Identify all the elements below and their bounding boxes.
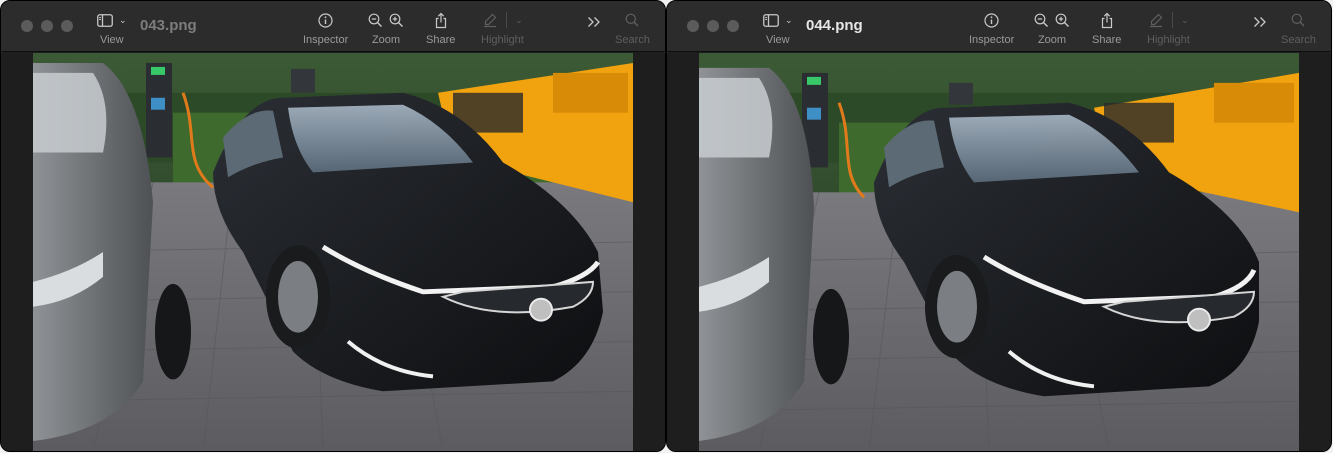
search-field[interactable]: Search <box>1281 10 1316 46</box>
zoom-window-button[interactable] <box>61 20 73 32</box>
more-icon <box>588 17 600 27</box>
car-photo-image <box>699 53 1299 451</box>
chevron-down-icon: ⌄ <box>119 14 127 25</box>
inspector-button[interactable]: Inspector <box>303 10 348 46</box>
share-label: Share <box>426 34 456 46</box>
zoom-label: Zoom <box>1037 34 1067 46</box>
inspector-button[interactable]: Inspector <box>969 10 1014 46</box>
search-label: Search <box>1281 34 1316 46</box>
zoom-out-icon[interactable] <box>1034 13 1049 28</box>
view-label: View <box>765 34 790 46</box>
divider <box>1172 12 1174 28</box>
close-button[interactable] <box>687 20 699 32</box>
toolbar: ⌄ View 043.png Inspector Zoom Share ⌄ Hi… <box>1 1 665 52</box>
view-button[interactable]: ⌄ View <box>97 10 127 46</box>
zoom-control[interactable]: Zoom <box>1034 10 1070 46</box>
highlight-pen-icon <box>1150 13 1163 28</box>
document-title: 044.png <box>806 17 863 34</box>
highlight-pen-icon <box>484 13 497 28</box>
share-button[interactable]: Share <box>1092 10 1121 46</box>
zoom-control[interactable]: Zoom <box>368 10 404 46</box>
zoom-window-button[interactable] <box>727 20 739 32</box>
search-field[interactable]: Search <box>615 10 650 46</box>
document-image[interactable] <box>33 53 633 451</box>
search-icon <box>1292 13 1305 27</box>
image-canvas <box>1 53 665 451</box>
divider <box>506 12 508 28</box>
close-button[interactable] <box>21 20 33 32</box>
preview-window-right: ⌄ View 044.png Inspector Zoom Share ⌄ Hi… <box>666 0 1332 452</box>
share-button[interactable]: Share <box>426 10 455 46</box>
chevron-down-icon[interactable]: ⌄ <box>515 15 523 25</box>
highlight-label: Highlight <box>481 34 524 46</box>
search-label: Search <box>615 34 650 46</box>
inspector-label: Inspector <box>969 34 1015 46</box>
image-canvas <box>667 53 1331 451</box>
inspector-label: Inspector <box>303 34 349 46</box>
more-button[interactable] <box>1253 12 1267 32</box>
more-button[interactable] <box>587 12 601 32</box>
document-image[interactable] <box>699 53 1299 451</box>
traffic-lights <box>21 20 73 32</box>
info-icon <box>984 12 999 28</box>
toolbar: ⌄ View 044.png Inspector Zoom Share ⌄ Hi… <box>667 1 1331 52</box>
minimize-button[interactable] <box>41 20 53 32</box>
share-icon <box>1101 12 1112 28</box>
sidebar-icon <box>763 13 779 27</box>
zoom-out-icon[interactable] <box>368 13 383 28</box>
sidebar-icon <box>97 13 113 27</box>
view-button[interactable]: ⌄ View <box>763 10 793 46</box>
view-label: View <box>99 34 124 46</box>
more-icon <box>1254 17 1266 27</box>
share-icon <box>435 12 446 28</box>
zoom-in-icon[interactable] <box>1055 13 1070 28</box>
chevron-down-icon[interactable]: ⌄ <box>1181 15 1189 25</box>
search-icon <box>626 13 639 27</box>
share-label: Share <box>1092 34 1122 46</box>
highlight-label: Highlight <box>1147 34 1190 46</box>
zoom-label: Zoom <box>371 34 401 46</box>
info-icon <box>318 12 333 28</box>
traffic-lights <box>687 20 739 32</box>
document-title: 043.png <box>140 17 197 34</box>
chevron-down-icon: ⌄ <box>785 14 793 25</box>
zoom-in-icon[interactable] <box>389 13 404 28</box>
car-photo-image <box>33 53 633 451</box>
preview-window-left: ⌄ View 043.png Inspector Zoom Share ⌄ Hi… <box>0 0 666 452</box>
highlight-button[interactable]: ⌄ Highlight <box>481 10 524 46</box>
minimize-button[interactable] <box>707 20 719 32</box>
highlight-button[interactable]: ⌄ Highlight <box>1147 10 1190 46</box>
